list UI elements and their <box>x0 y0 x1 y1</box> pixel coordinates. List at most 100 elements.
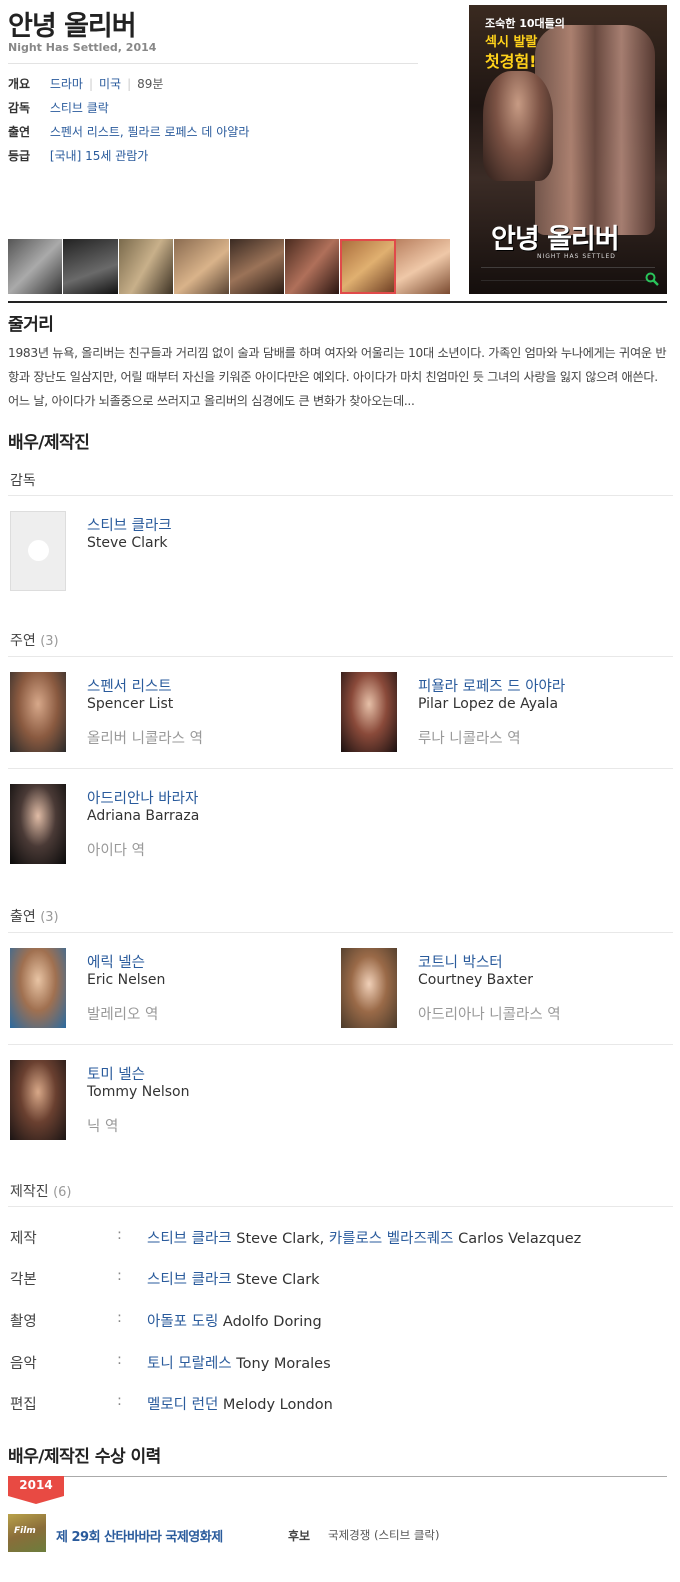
still-thumbnail[interactable] <box>118 239 175 294</box>
crew-colon: : <box>117 1310 122 1326</box>
crew-name-link[interactable]: 멜로디 런던 <box>147 1397 218 1413</box>
row-divider <box>8 1044 673 1045</box>
crew-role-label: 음악 <box>10 1356 37 1372</box>
cast-heading: 배우/제작진 <box>8 433 90 453</box>
actor-photo[interactable] <box>341 948 397 1028</box>
lead-group-title: 주연 (3) <box>10 630 59 650</box>
row-divider <box>8 768 673 769</box>
crew-colon: : <box>117 1268 122 1284</box>
person-korean-name[interactable]: 스티브 클라크 <box>87 514 172 535</box>
crew-english-name: Adolfo Doring <box>218 1314 322 1330</box>
festival-logo-text: Film <box>14 1526 36 1536</box>
person-english-name: Courtney Baxter <box>418 972 534 988</box>
director-link[interactable]: 스티브 클락 <box>50 101 109 115</box>
person-english-name: Steve Clark <box>87 535 168 551</box>
movie-poster[interactable]: 조숙한 10대들의 섹시 발랄 첫경험! 안녕 올리버 NIGHT HAS SE… <box>469 5 667 294</box>
group-label: 출연 <box>10 909 36 925</box>
movie-subtitle: Night Has Settled, 2014 <box>8 41 157 54</box>
still-thumbnail-selected[interactable] <box>340 239 396 294</box>
director-label: 감독 <box>8 101 31 115</box>
festival-name-link[interactable]: 제 29회 산타바바라 국제영화제 <box>56 1526 223 1545</box>
overview-label: 개요 <box>8 77 31 91</box>
awards-heading: 배우/제작진 수상 이력 <box>8 1447 161 1467</box>
crew-colon: : <box>117 1227 122 1243</box>
search-icon[interactable] <box>645 272 659 286</box>
crew-english-name: Steve Clark, <box>231 1231 329 1247</box>
year-badge: 2014 <box>8 1476 64 1504</box>
crew-english-name: Carlos Velazquez <box>453 1231 582 1247</box>
person-role: 닉 역 <box>87 1119 119 1135</box>
crew-role-label: 촬영 <box>10 1314 37 1330</box>
still-strip <box>8 239 451 294</box>
crew-value: 스티브 클라크 Steve Clark <box>147 1268 320 1289</box>
group-count: (3) <box>40 910 59 925</box>
crew-english-name: Tony Morales <box>231 1356 331 1372</box>
crew-colon: : <box>117 1352 122 1368</box>
info-rating: 등급 [국내] 15세 관람가 <box>8 148 148 164</box>
info-overview: 개요 드라마 | 미국 | 89분 <box>8 76 163 92</box>
person-card: 스티브 클라크 Steve Clark <box>10 511 330 593</box>
festival-logo[interactable]: Film <box>8 1514 46 1552</box>
crew-group-title: 제작진 (6) <box>10 1181 72 1201</box>
person-english-name: Tommy Nelson <box>87 1084 190 1100</box>
synopsis-text: 1983년 뉴욕, 올리버는 친구들과 거리낌 없이 술과 담배를 하며 여자와… <box>8 346 667 408</box>
group-label: 감독 <box>10 473 36 489</box>
still-thumbnail[interactable] <box>63 239 119 294</box>
still-thumbnail[interactable] <box>229 239 285 294</box>
person-card: 코트니 박스터 Courtney Baxter 아드리아나 니콜라스 역 <box>341 948 661 1030</box>
separator: | <box>88 77 93 91</box>
cast-label: 출연 <box>8 125 31 139</box>
person-korean-name[interactable]: 코트니 박스터 <box>418 951 503 972</box>
still-thumbnail[interactable] <box>8 239 64 294</box>
crew-name-link[interactable]: 스티브 클라크 <box>147 1272 232 1288</box>
still-thumbnail[interactable] <box>395 239 451 294</box>
film-reel-icon <box>28 540 49 561</box>
award-type: 후보 <box>288 1529 311 1543</box>
info-cast: 출연 스펜서 리스트, 필라르 로페스 데 아얄라 <box>8 124 249 140</box>
info-director: 감독 스티브 클락 <box>8 100 109 116</box>
group-divider <box>8 932 673 933</box>
no-image-placeholder[interactable] <box>10 511 66 591</box>
country-link[interactable]: 미국 <box>99 77 121 91</box>
separator: | <box>127 77 132 91</box>
actor-photo[interactable] <box>10 1060 66 1140</box>
group-count: (6) <box>53 1185 72 1200</box>
poster-credits <box>481 267 655 281</box>
crew-name-link[interactable]: 카를로스 벨라즈퀘즈 <box>329 1231 454 1247</box>
crew-name-link[interactable]: 아돌포 도링 <box>147 1314 218 1330</box>
person-english-name: Spencer List <box>87 696 174 712</box>
crew-name-link[interactable]: 토니 모랄레스 <box>147 1356 232 1372</box>
poster-boy-image <box>483 71 553 181</box>
person-english-name: Pilar Lopez de Ayala <box>418 696 559 712</box>
still-thumbnail[interactable] <box>284 239 341 294</box>
person-korean-name[interactable]: 피욜라 로페즈 드 아야라 <box>418 675 565 696</box>
person-korean-name[interactable]: 에릭 넬슨 <box>87 951 145 972</box>
actor-photo[interactable] <box>10 672 66 752</box>
poster-subtitle: NIGHT HAS SETTLED <box>537 253 616 260</box>
crew-name-link[interactable]: 스티브 클라크 <box>147 1231 232 1247</box>
group-divider <box>8 656 673 657</box>
person-korean-name[interactable]: 스펜서 리스트 <box>87 675 172 696</box>
crew-english-name: Steve Clark <box>231 1272 320 1288</box>
award-year: 2014 <box>19 1478 53 1492</box>
crew-role-label: 각본 <box>10 1272 37 1288</box>
poster-tagline: 조숙한 10대들의 <box>485 17 565 30</box>
group-divider <box>8 495 673 496</box>
group-count: (3) <box>40 634 59 649</box>
person-korean-name[interactable]: 토미 넬슨 <box>87 1063 145 1084</box>
person-role: 아드리아나 니콜라스 역 <box>418 1007 561 1023</box>
person-card: 토미 넬슨 Tommy Nelson 닉 역 <box>10 1060 330 1142</box>
person-korean-name[interactable]: 아드리안나 바라자 <box>87 787 198 808</box>
actor-photo[interactable] <box>10 948 66 1028</box>
rating-link[interactable]: [국내] 15세 관람가 <box>50 149 149 163</box>
cast-link[interactable]: 스펜서 리스트, 필라르 로페스 데 아얄라 <box>50 125 250 139</box>
poster-title: 안녕 올리버 <box>491 224 620 255</box>
rating-label: 등급 <box>8 149 31 163</box>
crew-colon: : <box>117 1393 122 1409</box>
crew-value: 멜로디 런던 Melody London <box>147 1393 333 1414</box>
still-thumbnail[interactable] <box>174 239 230 294</box>
genre-link[interactable]: 드라마 <box>50 77 83 91</box>
actor-photo[interactable] <box>341 672 397 752</box>
actor-photo[interactable] <box>10 784 66 864</box>
group-label: 주연 <box>10 633 36 649</box>
